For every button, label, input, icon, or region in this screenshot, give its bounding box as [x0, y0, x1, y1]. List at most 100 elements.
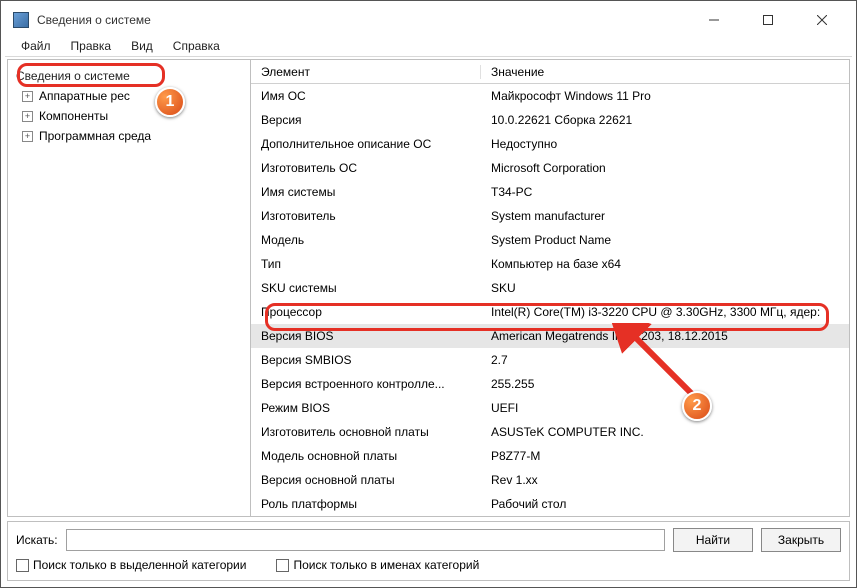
cell-element: Версия встроенного контролле...: [251, 377, 481, 391]
table-row[interactable]: Режим BIOSUEFI: [251, 396, 849, 420]
bottom-panel: Искать: Найти Закрыть Поиск только в выд…: [7, 521, 850, 581]
cell-value: Рабочий стол: [481, 497, 849, 511]
table-row[interactable]: МодельSystem Product Name: [251, 228, 849, 252]
table-row[interactable]: ТипКомпьютер на базе x64: [251, 252, 849, 276]
cell-value: 10.0.22621 Сборка 22621: [481, 113, 849, 127]
cell-element: Имя ОС: [251, 89, 481, 103]
expand-icon[interactable]: +: [22, 111, 33, 122]
cell-element: Модель: [251, 233, 481, 247]
cell-element: Процессор: [251, 305, 481, 319]
tree-root[interactable]: Сведения о системе: [12, 66, 246, 86]
cell-value: P8Z77-M: [481, 449, 849, 463]
table-row[interactable]: Изготовитель ОСMicrosoft Corporation: [251, 156, 849, 180]
menu-edit[interactable]: Правка: [61, 37, 122, 55]
details-header: Элемент Значение: [251, 60, 849, 84]
chk-only-selected[interactable]: Поиск только в выделенной категории: [16, 558, 246, 572]
table-row[interactable]: Имя ОСМайкрософт Windows 11 Pro: [251, 84, 849, 108]
table-row[interactable]: Версия встроенного контролле...255.255: [251, 372, 849, 396]
cell-value: ASUSTeK COMPUTER INC.: [481, 425, 849, 439]
find-button[interactable]: Найти: [673, 528, 753, 552]
table-row[interactable]: Роль платформыРабочий стол: [251, 492, 849, 516]
table-row[interactable]: ИзготовительSystem manufacturer: [251, 204, 849, 228]
cell-element: Режим BIOS: [251, 401, 481, 415]
search-label: Искать:: [16, 533, 58, 547]
tree-root-label: Сведения о системе: [16, 69, 130, 83]
cell-value: Компьютер на базе x64: [481, 257, 849, 271]
app-icon: [13, 12, 29, 28]
table-row[interactable]: Версия10.0.22621 Сборка 22621: [251, 108, 849, 132]
chk-label: Поиск только в выделенной категории: [33, 558, 246, 572]
cell-value: System Product Name: [481, 233, 849, 247]
checkbox-icon: [276, 559, 289, 572]
table-row[interactable]: Имя системыT34-PC: [251, 180, 849, 204]
column-value[interactable]: Значение: [481, 65, 849, 79]
tree-item-components[interactable]: + Компоненты: [12, 106, 246, 126]
table-row[interactable]: Дополнительное описание ОСНедоступно: [251, 132, 849, 156]
cell-element: SKU системы: [251, 281, 481, 295]
search-row: Искать: Найти Закрыть: [16, 528, 841, 552]
minimize-button[interactable]: [692, 6, 736, 34]
chk-only-names[interactable]: Поиск только в именах категорий: [276, 558, 479, 572]
menu-help[interactable]: Справка: [163, 37, 230, 55]
tree-item-hardware[interactable]: + Аппаратные рес: [12, 86, 246, 106]
cell-element: Тип: [251, 257, 481, 271]
chk-label: Поиск только в именах категорий: [293, 558, 479, 572]
table-row[interactable]: Версия BIOSAmerican Megatrends Inc. 2203…: [251, 324, 849, 348]
tree-item-label: Программная среда: [39, 129, 151, 143]
cell-value: American Megatrends Inc. 2203, 18.12.201…: [481, 329, 849, 343]
details-pane: Элемент Значение Имя ОСМайкрософт Window…: [251, 60, 849, 516]
cell-value: System manufacturer: [481, 209, 849, 223]
tree-item-software[interactable]: + Программная среда: [12, 126, 246, 146]
menu-view[interactable]: Вид: [121, 37, 163, 55]
cell-value: Недоступно: [481, 137, 849, 151]
close-panel-button[interactable]: Закрыть: [761, 528, 841, 552]
column-element[interactable]: Элемент: [251, 65, 481, 79]
tree-item-label: Компоненты: [39, 109, 108, 123]
search-options: Поиск только в выделенной категории Поис…: [16, 558, 841, 572]
window: Сведения о системе Файл Правка Вид Справ…: [1, 1, 856, 587]
table-row[interactable]: SKU системыSKU: [251, 276, 849, 300]
cell-value: SKU: [481, 281, 849, 295]
cell-element: Модель основной платы: [251, 449, 481, 463]
table-row[interactable]: Версия SMBIOS2.7: [251, 348, 849, 372]
cell-value: Intel(R) Core(TM) i3-3220 CPU @ 3.30GHz,…: [481, 305, 849, 319]
cell-value: T34-PC: [481, 185, 849, 199]
checkbox-icon: [16, 559, 29, 572]
cell-element: Имя системы: [251, 185, 481, 199]
cell-element: Версия: [251, 113, 481, 127]
table-row[interactable]: ПроцессорIntel(R) Core(TM) i3-3220 CPU @…: [251, 300, 849, 324]
cell-value: 255.255: [481, 377, 849, 391]
cell-value: Майкрософт Windows 11 Pro: [481, 89, 849, 103]
cell-element: Дополнительное описание ОС: [251, 137, 481, 151]
table-row[interactable]: Изготовитель основной платыASUSTeK COMPU…: [251, 420, 849, 444]
details-body[interactable]: Имя ОСМайкрософт Windows 11 ProВерсия10.…: [251, 84, 849, 516]
annotation-badge-2: 2: [682, 391, 712, 421]
maximize-button[interactable]: [746, 6, 790, 34]
cell-element: Роль платформы: [251, 497, 481, 511]
content-split: Сведения о системе + Аппаратные рес + Ко…: [7, 59, 850, 517]
cell-element: Изготовитель: [251, 209, 481, 223]
table-row[interactable]: Версия основной платыRev 1.xx: [251, 468, 849, 492]
cell-element: Версия SMBIOS: [251, 353, 481, 367]
window-title: Сведения о системе: [37, 13, 692, 27]
tree-pane: Сведения о системе + Аппаратные рес + Ко…: [8, 60, 251, 516]
search-input[interactable]: [66, 529, 665, 551]
menu-file[interactable]: Файл: [11, 37, 61, 55]
cell-value: UEFI: [481, 401, 849, 415]
expand-icon[interactable]: +: [22, 91, 33, 102]
menubar: Файл Правка Вид Справка: [5, 35, 852, 57]
window-controls: [692, 6, 844, 34]
tree-item-label: Аппаратные рес: [39, 89, 130, 103]
cell-element: Изготовитель основной платы: [251, 425, 481, 439]
expand-icon[interactable]: +: [22, 131, 33, 142]
cell-value: 2.7: [481, 353, 849, 367]
table-row[interactable]: Модель основной платыP8Z77-M: [251, 444, 849, 468]
annotation-badge-1: 1: [155, 87, 185, 117]
cell-element: Версия BIOS: [251, 329, 481, 343]
titlebar: Сведения о системе: [5, 5, 852, 35]
cell-element: Версия основной платы: [251, 473, 481, 487]
close-button[interactable]: [800, 6, 844, 34]
cell-value: Microsoft Corporation: [481, 161, 849, 175]
cell-element: Изготовитель ОС: [251, 161, 481, 175]
cell-value: Rev 1.xx: [481, 473, 849, 487]
